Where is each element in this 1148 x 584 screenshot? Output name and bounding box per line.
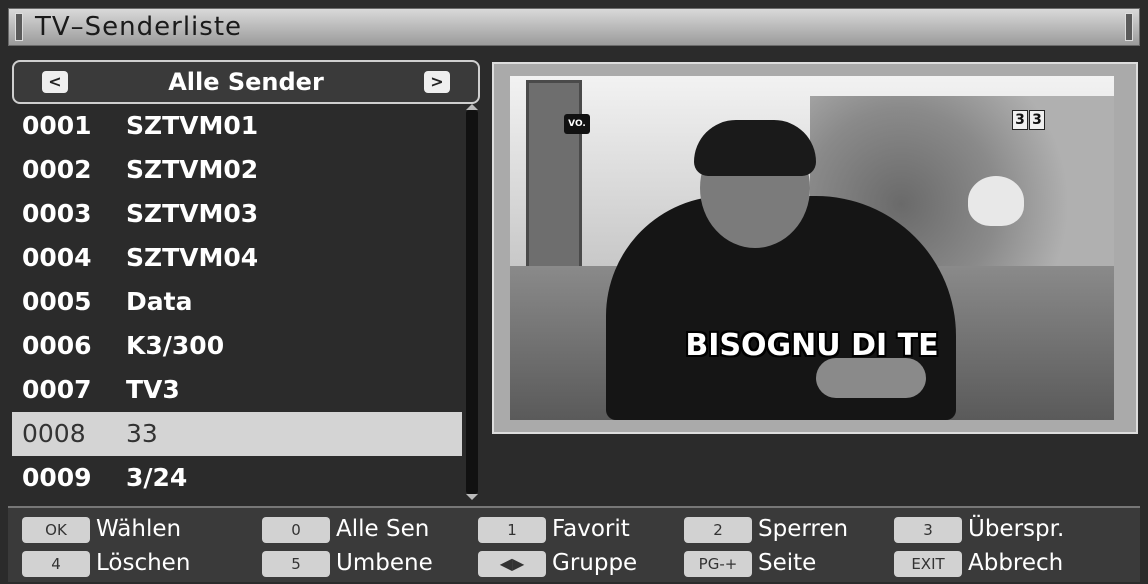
key-ok[interactable]: OK (22, 516, 90, 543)
key-4[interactable]: 4 (22, 550, 90, 577)
tv-channel-list-screen: TV–Senderliste < Alle Sender > 0001 SZTVM… (0, 0, 1148, 584)
hint-label: Abbrech (968, 550, 1064, 576)
channel-row[interactable]: 0003 SZTVM03 (12, 192, 462, 236)
group-label: Alle Sender (168, 68, 324, 96)
channel-name: SZTVM03 (126, 199, 259, 228)
channel-logo-badge: 33 (1012, 110, 1046, 130)
channel-row[interactable]: 0009 3/24 (12, 456, 462, 500)
channel-list: 0001 SZTVM01 0002 SZTVM02 0003 SZTVM03 0004… (12, 104, 462, 500)
channel-number: 0003 (22, 199, 92, 228)
channel-name: TV3 (126, 375, 180, 404)
channel-number: 0007 (22, 375, 92, 404)
key-0[interactable]: 0 (262, 516, 330, 543)
channel-row[interactable]: 0005 Data (12, 280, 462, 324)
key-1[interactable]: 1 (478, 516, 546, 543)
hint-label: Überspr. (968, 516, 1065, 542)
key-hint-bar: OK Wählen 0 Alle Sen 1 Favorit 2 Sperren 3 Üb… (8, 506, 1140, 582)
preview-hands (816, 358, 926, 398)
hint-page[interactable]: PG-+ Seite (684, 546, 816, 580)
hint-label: Umbene (336, 550, 433, 576)
channel-row[interactable]: 0007 TV3 (12, 368, 462, 412)
channel-number: 0005 (22, 287, 92, 316)
channel-logo-digit: 3 (1012, 110, 1028, 130)
channel-name: 33 (126, 419, 158, 448)
channel-row[interactable]: 0006 K3/300 (12, 324, 462, 368)
video-preview: VO. 33 BISOGNU DI TE (510, 76, 1114, 420)
hint-4[interactable]: 4 Löschen (22, 546, 190, 580)
channel-row[interactable]: 0002 SZTVM02 (12, 148, 462, 192)
key-page[interactable]: PG-+ (684, 550, 752, 577)
key-5[interactable]: 5 (262, 550, 330, 577)
hint-label: Gruppe (552, 550, 638, 576)
hint-label: Sperren (758, 516, 849, 542)
hint-group[interactable]: ◀▶ Gruppe (478, 546, 637, 580)
channel-number: 0009 (22, 463, 92, 492)
group-selector[interactable]: < Alle Sender > (12, 60, 480, 104)
channel-name: SZTVM01 (126, 111, 259, 140)
channel-number: 0002 (22, 155, 92, 184)
hint-3[interactable]: 3 Überspr. (894, 512, 1064, 546)
channel-list-scrollbar[interactable] (466, 104, 478, 500)
key-2[interactable]: 2 (684, 516, 752, 543)
title-bar: TV–Senderliste (8, 8, 1140, 46)
channel-logo-digit: 3 (1029, 110, 1045, 130)
hint-exit[interactable]: EXIT Abbrech (894, 546, 1063, 580)
hint-label: Alle Sen (336, 516, 430, 542)
hint-2[interactable]: 2 Sperren (684, 512, 848, 546)
channel-row[interactable]: 0004 SZTVM04 (12, 236, 462, 280)
preview-urn (968, 176, 1024, 226)
channel-number: 0004 (22, 243, 92, 272)
window-title: TV–Senderliste (35, 12, 243, 42)
key-exit[interactable]: EXIT (894, 550, 962, 577)
hint-1[interactable]: 1 Favorit (478, 512, 630, 546)
channel-name: 3/24 (126, 463, 188, 492)
vo-badge: VO. (564, 114, 590, 134)
video-subtitle: BISOGNU DI TE (685, 328, 939, 363)
channel-name: SZTVM02 (126, 155, 259, 184)
channel-number: 0008 (22, 419, 86, 448)
chevron-right-icon[interactable]: > (424, 71, 450, 93)
hint-5[interactable]: 5 Umbene (262, 546, 433, 580)
channel-row[interactable]: 0001 SZTVM01 (12, 104, 462, 148)
hint-label: Favorit (552, 516, 630, 542)
preview-frame: VO. 33 BISOGNU DI TE (492, 62, 1138, 434)
channel-name: SZTVM04 (126, 243, 259, 272)
channel-name: Data (126, 287, 193, 316)
preview-hair (694, 120, 816, 176)
channel-row-selected[interactable]: 0008 33 (12, 412, 462, 456)
hint-ok[interactable]: OK Wählen (22, 512, 181, 546)
channel-name: K3/300 (126, 331, 225, 360)
key-3[interactable]: 3 (894, 516, 962, 543)
hint-label: Wählen (96, 516, 182, 542)
left-right-arrows-icon[interactable]: ◀▶ (478, 550, 546, 577)
title-cap-right (1125, 13, 1133, 41)
preview-door (526, 80, 582, 286)
channel-number: 0006 (22, 331, 92, 360)
scroll-down-icon[interactable] (466, 494, 478, 500)
title-cap-left (15, 13, 23, 41)
channel-number: 0001 (22, 111, 92, 140)
scroll-up-icon[interactable] (466, 104, 478, 110)
hint-label: Löschen (96, 550, 191, 576)
hint-label: Seite (758, 550, 817, 576)
hint-0[interactable]: 0 Alle Sen (262, 512, 429, 546)
